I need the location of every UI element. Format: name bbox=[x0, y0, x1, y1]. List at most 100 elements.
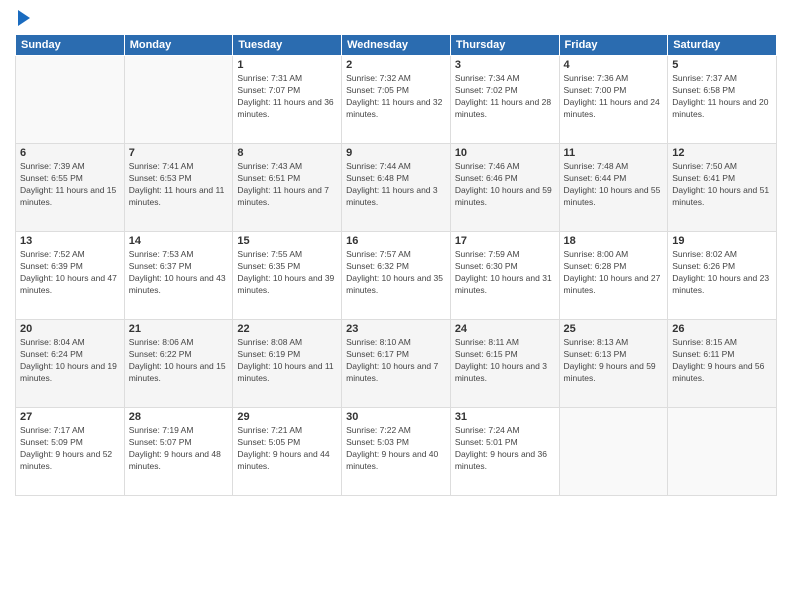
day-number: 18 bbox=[564, 235, 664, 247]
day-info: Sunrise: 8:04 AMSunset: 6:24 PMDaylight:… bbox=[20, 337, 120, 385]
day-info: Sunrise: 8:00 AMSunset: 6:28 PMDaylight:… bbox=[564, 249, 664, 297]
day-info: Sunrise: 8:11 AMSunset: 6:15 PMDaylight:… bbox=[455, 337, 555, 385]
day-number: 28 bbox=[129, 411, 229, 423]
day-cell: 15 Sunrise: 7:55 AMSunset: 6:35 PMDayligh… bbox=[233, 232, 342, 320]
day-cell: 1 Sunrise: 7:31 AMSunset: 7:07 PMDaylight… bbox=[233, 56, 342, 144]
weekday-header-wednesday: Wednesday bbox=[342, 35, 451, 56]
day-number: 16 bbox=[346, 235, 446, 247]
day-number: 23 bbox=[346, 323, 446, 335]
day-info: Sunrise: 7:41 AMSunset: 6:53 PMDaylight:… bbox=[129, 161, 229, 209]
day-cell: 8 Sunrise: 7:43 AMSunset: 6:51 PMDaylight… bbox=[233, 144, 342, 232]
day-cell: 3Sunrise: 7:34 AMSunset: 7:02 PMDaylight… bbox=[450, 56, 559, 144]
day-info: Sunrise: 7:31 AMSunset: 7:07 PMDaylight:… bbox=[237, 73, 337, 121]
day-info: Sunrise: 7:59 AMSunset: 6:30 PMDaylight:… bbox=[455, 249, 555, 297]
day-number: 26 bbox=[672, 323, 772, 335]
day-info: Sunrise: 7:52 AMSunset: 6:39 PMDaylight:… bbox=[20, 249, 120, 297]
day-number: 8 bbox=[237, 147, 337, 159]
day-cell: 17Sunrise: 7:59 AMSunset: 6:30 PMDayligh… bbox=[450, 232, 559, 320]
day-cell: 7 Sunrise: 7:41 AMSunset: 6:53 PMDaylight… bbox=[124, 144, 233, 232]
weekday-header-friday: Friday bbox=[559, 35, 668, 56]
day-number: 29 bbox=[237, 411, 337, 423]
day-number: 14 bbox=[129, 235, 229, 247]
day-cell: 16Sunrise: 7:57 AMSunset: 6:32 PMDayligh… bbox=[342, 232, 451, 320]
day-number: 19 bbox=[672, 235, 772, 247]
week-row-5: 27 Sunrise: 7:17 AMSunset: 5:09 PMDayligh… bbox=[16, 408, 777, 496]
day-info: Sunrise: 8:10 AMSunset: 6:17 PMDaylight:… bbox=[346, 337, 446, 385]
day-number: 22 bbox=[237, 323, 337, 335]
day-cell: 4 Sunrise: 7:36 AMSunset: 7:00 PMDaylight… bbox=[559, 56, 668, 144]
week-row-4: 20 Sunrise: 8:04 AMSunset: 6:24 PMDayligh… bbox=[16, 320, 777, 408]
day-number: 20 bbox=[20, 323, 120, 335]
day-cell: 24Sunrise: 8:11 AMSunset: 6:15 PMDayligh… bbox=[450, 320, 559, 408]
day-cell: 10 Sunrise: 7:46 AMSunset: 6:46 PMDayligh… bbox=[450, 144, 559, 232]
day-info: Sunrise: 7:48 AMSunset: 6:44 PMDaylight:… bbox=[564, 161, 664, 209]
day-cell bbox=[559, 408, 668, 496]
day-info: Sunrise: 8:13 AMSunset: 6:13 PMDaylight:… bbox=[564, 337, 664, 385]
day-info: Sunrise: 7:55 AMSunset: 6:35 PMDaylight:… bbox=[237, 249, 337, 297]
day-cell: 21Sunrise: 8:06 AMSunset: 6:22 PMDayligh… bbox=[124, 320, 233, 408]
day-number: 9 bbox=[346, 147, 446, 159]
day-number: 3 bbox=[455, 59, 555, 71]
weekday-header-thursday: Thursday bbox=[450, 35, 559, 56]
day-number: 30 bbox=[346, 411, 446, 423]
day-cell: 12 Sunrise: 7:50 AMSunset: 6:41 PMDayligh… bbox=[668, 144, 777, 232]
day-cell: 20 Sunrise: 8:04 AMSunset: 6:24 PMDayligh… bbox=[16, 320, 125, 408]
day-number: 2 bbox=[346, 59, 446, 71]
day-cell: 19 Sunrise: 8:02 AMSunset: 6:26 PMDayligh… bbox=[668, 232, 777, 320]
day-cell: 29 Sunrise: 7:21 AMSunset: 5:05 PMDayligh… bbox=[233, 408, 342, 496]
day-cell: 31Sunrise: 7:24 AMSunset: 5:01 PMDayligh… bbox=[450, 408, 559, 496]
calendar: SundayMondayTuesdayWednesdayThursdayFrid… bbox=[15, 34, 777, 496]
day-number: 5 bbox=[672, 59, 772, 71]
day-number: 6 bbox=[20, 147, 120, 159]
day-number: 31 bbox=[455, 411, 555, 423]
week-row-1: 1 Sunrise: 7:31 AMSunset: 7:07 PMDaylight… bbox=[16, 56, 777, 144]
day-number: 1 bbox=[237, 59, 337, 71]
day-number: 11 bbox=[564, 147, 664, 159]
logo bbox=[15, 10, 30, 26]
day-info: Sunrise: 8:02 AMSunset: 6:26 PMDaylight:… bbox=[672, 249, 772, 297]
day-cell: 18 Sunrise: 8:00 AMSunset: 6:28 PMDayligh… bbox=[559, 232, 668, 320]
day-cell: 6 Sunrise: 7:39 AMSunset: 6:55 PMDaylight… bbox=[16, 144, 125, 232]
day-cell bbox=[124, 56, 233, 144]
day-number: 15 bbox=[237, 235, 337, 247]
day-cell: 23 Sunrise: 8:10 AMSunset: 6:17 PMDayligh… bbox=[342, 320, 451, 408]
day-info: Sunrise: 7:50 AMSunset: 6:41 PMDaylight:… bbox=[672, 161, 772, 209]
day-info: Sunrise: 7:21 AMSunset: 5:05 PMDaylight:… bbox=[237, 425, 337, 473]
day-info: Sunrise: 7:43 AMSunset: 6:51 PMDaylight:… bbox=[237, 161, 337, 209]
day-cell: 30 Sunrise: 7:22 AMSunset: 5:03 PMDayligh… bbox=[342, 408, 451, 496]
week-row-2: 6 Sunrise: 7:39 AMSunset: 6:55 PMDaylight… bbox=[16, 144, 777, 232]
weekday-header-sunday: Sunday bbox=[16, 35, 125, 56]
day-cell: 13Sunrise: 7:52 AMSunset: 6:39 PMDayligh… bbox=[16, 232, 125, 320]
day-cell: 28Sunrise: 7:19 AMSunset: 5:07 PMDayligh… bbox=[124, 408, 233, 496]
day-info: Sunrise: 7:53 AMSunset: 6:37 PMDaylight:… bbox=[129, 249, 229, 297]
day-info: Sunrise: 7:44 AMSunset: 6:48 PMDaylight:… bbox=[346, 161, 446, 209]
weekday-header-row: SundayMondayTuesdayWednesdayThursdayFrid… bbox=[16, 35, 777, 56]
day-number: 27 bbox=[20, 411, 120, 423]
day-info: Sunrise: 7:22 AMSunset: 5:03 PMDaylight:… bbox=[346, 425, 446, 473]
page: SundayMondayTuesdayWednesdayThursdayFrid… bbox=[0, 0, 792, 612]
day-cell: 5Sunrise: 7:37 AMSunset: 6:58 PMDaylight… bbox=[668, 56, 777, 144]
day-number: 7 bbox=[129, 147, 229, 159]
header bbox=[15, 10, 777, 26]
day-cell: 2 Sunrise: 7:32 AMSunset: 7:05 PMDaylight… bbox=[342, 56, 451, 144]
day-number: 10 bbox=[455, 147, 555, 159]
day-cell: 22 Sunrise: 8:08 AMSunset: 6:19 PMDayligh… bbox=[233, 320, 342, 408]
week-row-3: 13Sunrise: 7:52 AMSunset: 6:39 PMDayligh… bbox=[16, 232, 777, 320]
day-info: Sunrise: 7:17 AMSunset: 5:09 PMDaylight:… bbox=[20, 425, 120, 473]
day-number: 25 bbox=[564, 323, 664, 335]
day-cell: 14 Sunrise: 7:53 AMSunset: 6:37 PMDayligh… bbox=[124, 232, 233, 320]
day-info: Sunrise: 7:32 AMSunset: 7:05 PMDaylight:… bbox=[346, 73, 446, 121]
day-number: 12 bbox=[672, 147, 772, 159]
day-info: Sunrise: 8:08 AMSunset: 6:19 PMDaylight:… bbox=[237, 337, 337, 385]
day-info: Sunrise: 7:39 AMSunset: 6:55 PMDaylight:… bbox=[20, 161, 120, 209]
day-number: 4 bbox=[564, 59, 664, 71]
day-info: Sunrise: 7:46 AMSunset: 6:46 PMDaylight:… bbox=[455, 161, 555, 209]
day-cell: 27 Sunrise: 7:17 AMSunset: 5:09 PMDayligh… bbox=[16, 408, 125, 496]
day-number: 21 bbox=[129, 323, 229, 335]
weekday-header-tuesday: Tuesday bbox=[233, 35, 342, 56]
day-cell: 25 Sunrise: 8:13 AMSunset: 6:13 PMDayligh… bbox=[559, 320, 668, 408]
day-info: Sunrise: 7:36 AMSunset: 7:00 PMDaylight:… bbox=[564, 73, 664, 121]
weekday-header-monday: Monday bbox=[124, 35, 233, 56]
day-info: Sunrise: 8:15 AMSunset: 6:11 PMDaylight:… bbox=[672, 337, 772, 385]
day-cell: 11 Sunrise: 7:48 AMSunset: 6:44 PMDayligh… bbox=[559, 144, 668, 232]
